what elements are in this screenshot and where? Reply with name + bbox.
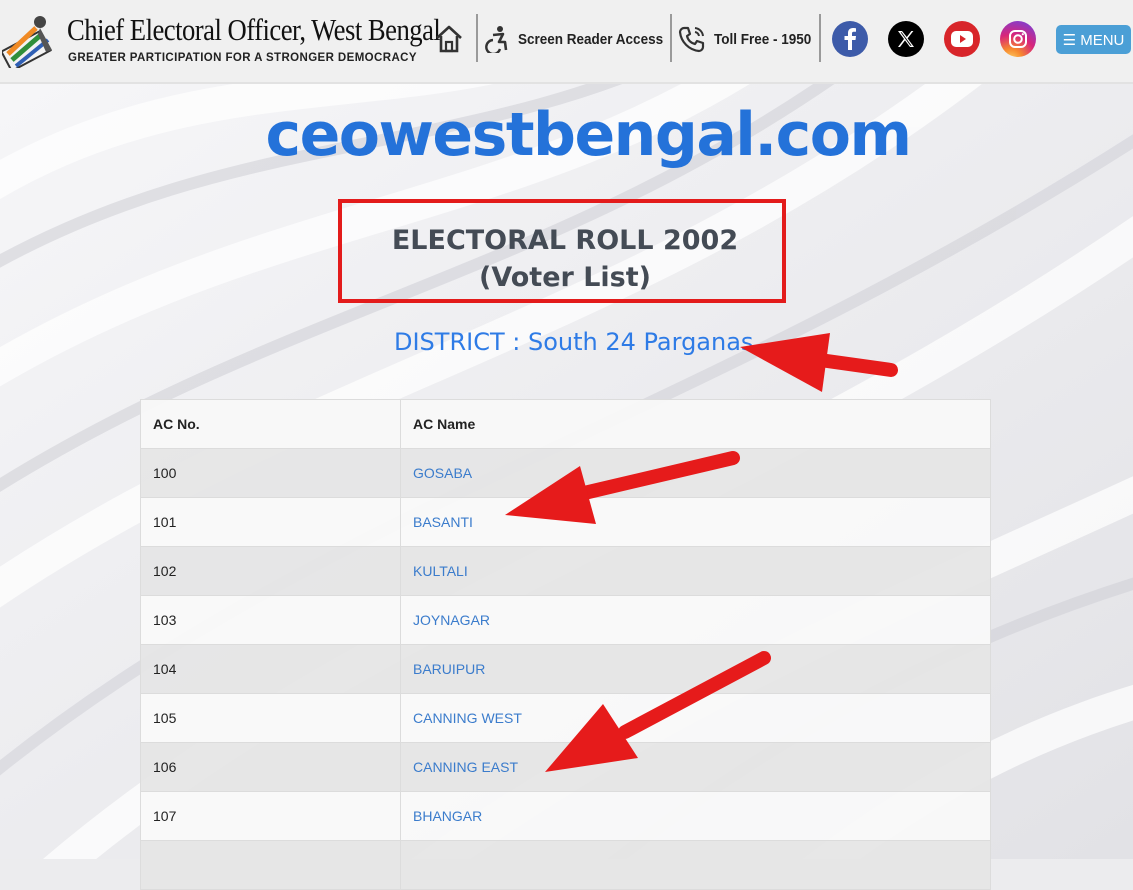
ac-number: 101 xyxy=(140,497,401,547)
ac-number: 102 xyxy=(140,546,401,596)
table-row: 102 KULTALI xyxy=(140,546,991,596)
ac-name-link[interactable]: KULTALI xyxy=(413,563,468,579)
table-row: 101 BASANTI xyxy=(140,497,991,547)
ac-number: 106 xyxy=(140,742,401,792)
electoral-roll-title: ELECTORAL ROLL 2002 (Voter List) xyxy=(338,222,792,296)
ac-number: 107 xyxy=(140,791,401,841)
site-name-heading: ceowestbengal.com xyxy=(265,100,912,170)
screen-reader-link[interactable]: Screen Reader Access xyxy=(484,22,679,56)
table-row: 100 GOSABA xyxy=(140,448,991,498)
accessibility-icon xyxy=(485,26,508,53)
assembly-constituency-table: AC No. AC Name 100 GOSABA 101 BASANTI 102 K… xyxy=(140,399,991,890)
column-header-ac-no: AC No. xyxy=(140,399,401,449)
ac-number: 105 xyxy=(140,693,401,743)
screen-reader-label: Screen Reader Access xyxy=(518,30,664,48)
ac-name-link[interactable]: CANNING EAST xyxy=(413,759,518,775)
nav-divider xyxy=(670,14,672,62)
ac-name-link[interactable]: JOYNAGAR xyxy=(413,612,490,628)
nav-divider xyxy=(476,14,478,62)
table-row: 105 CANNING WEST xyxy=(140,693,991,743)
ac-number: 103 xyxy=(140,595,401,645)
ac-name-link[interactable]: BHANGAR xyxy=(413,808,482,824)
home-icon[interactable] xyxy=(434,24,464,54)
roll-title-line2: (Voter List) xyxy=(478,262,652,293)
column-header-ac-name: AC Name xyxy=(400,399,991,449)
toll-free-label: Toll Free - 1950 xyxy=(714,30,812,48)
table-row: 104 BARUIPUR xyxy=(140,644,991,694)
ac-name-link[interactable]: CANNING WEST xyxy=(413,710,522,726)
ac-name-link[interactable]: BARUIPUR xyxy=(413,661,485,677)
ac-number: 104 xyxy=(140,644,401,694)
site-title[interactable]: Chief Electoral Officer, West Bengal xyxy=(67,12,441,48)
district-heading: DISTRICT : South 24 Parganas xyxy=(394,328,754,356)
roll-title-line1: ELECTORAL ROLL 2002 xyxy=(391,225,739,256)
ac-name-link[interactable]: BASANTI xyxy=(413,514,473,530)
facebook-icon[interactable] xyxy=(832,21,868,57)
phone-icon xyxy=(678,26,705,53)
menu-button[interactable]: ☰ MENU xyxy=(1056,25,1131,54)
ballot-logo-icon xyxy=(2,16,52,68)
youtube-icon[interactable] xyxy=(944,21,980,57)
nav-divider xyxy=(819,14,821,62)
ac-number: 100 xyxy=(140,448,401,498)
site-tagline: GREATER PARTICIPATION FOR A STRONGER DEM… xyxy=(68,52,417,64)
table-row: 103 JOYNAGAR xyxy=(140,595,991,645)
table-row: 106 CANNING EAST xyxy=(140,742,991,792)
toll-free-link[interactable]: Toll Free - 1950 xyxy=(678,22,822,56)
table-header-row: AC No. AC Name xyxy=(140,399,991,449)
x-icon[interactable] xyxy=(888,21,924,57)
instagram-icon[interactable] xyxy=(1000,21,1036,57)
site-header: Chief Electoral Officer, West Bengal GRE… xyxy=(0,0,1133,84)
table-row: 107 BHANGAR xyxy=(140,791,991,841)
ac-name-link[interactable]: GOSABA xyxy=(413,465,472,481)
table-row xyxy=(140,840,991,890)
